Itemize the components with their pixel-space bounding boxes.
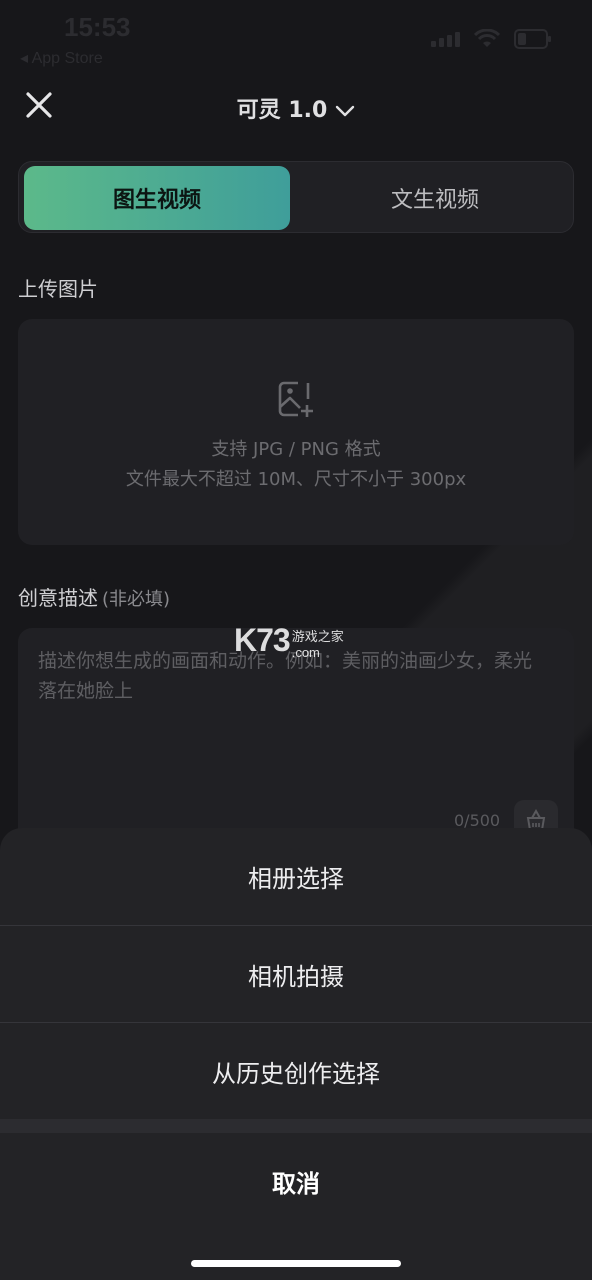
optional-label: (非必填) (102, 589, 171, 610)
status-bar: 15:53 ◂ App Store (0, 0, 592, 75)
action-sheet: 相册选择 相机拍摄 从历史创作选择 取消 (0, 828, 592, 1280)
add-image-icon (276, 379, 316, 423)
watermark: K73 游戏之家 .com (234, 622, 344, 660)
tab-image-to-video[interactable]: 图生视频 (24, 166, 290, 230)
model-selector[interactable]: 可灵 1.0 (0, 92, 592, 124)
upload-section-label: 上传图片 (18, 277, 98, 301)
choose-from-album-button[interactable]: 相册选择 (0, 828, 592, 924)
watermark-brand: K73 (234, 622, 291, 658)
watermark-cn: 游戏之家 (291, 630, 344, 645)
cancel-button[interactable]: 取消 (0, 1133, 592, 1229)
choose-from-history-button[interactable]: 从历史创作选择 (0, 1022, 592, 1119)
take-photo-button[interactable]: 相机拍摄 (0, 925, 592, 1022)
description-label: 创意描述 (18, 586, 98, 610)
upload-format-hint: 支持 JPG / PNG 格式 (211, 439, 381, 460)
status-time: 15:53 (64, 12, 131, 42)
watermark-domain: .com (291, 645, 320, 660)
upload-size-hint: 文件最大不超过 10M、尺寸不小于 300px (125, 469, 467, 490)
back-to-app-store[interactable]: ◂ App Store (20, 48, 103, 68)
chevron-down-icon (335, 99, 355, 124)
home-indicator (191, 1260, 401, 1267)
upload-image-area[interactable]: 支持 JPG / PNG 格式 文件最大不超过 10M、尺寸不小于 300px (18, 319, 574, 545)
battery-icon (514, 28, 552, 50)
mode-tabs: 图生视频 文生视频 (18, 161, 574, 233)
signal-icon (431, 31, 460, 47)
status-icons (431, 28, 552, 50)
model-title: 可灵 1.0 (236, 98, 328, 123)
description-section-label: 创意描述 (非必填) (18, 582, 170, 611)
header: 可灵 1.0 (0, 80, 592, 132)
sheet-divider (0, 1119, 592, 1133)
tab-text-to-video[interactable]: 文生视频 (302, 166, 568, 230)
wifi-icon (474, 29, 500, 49)
